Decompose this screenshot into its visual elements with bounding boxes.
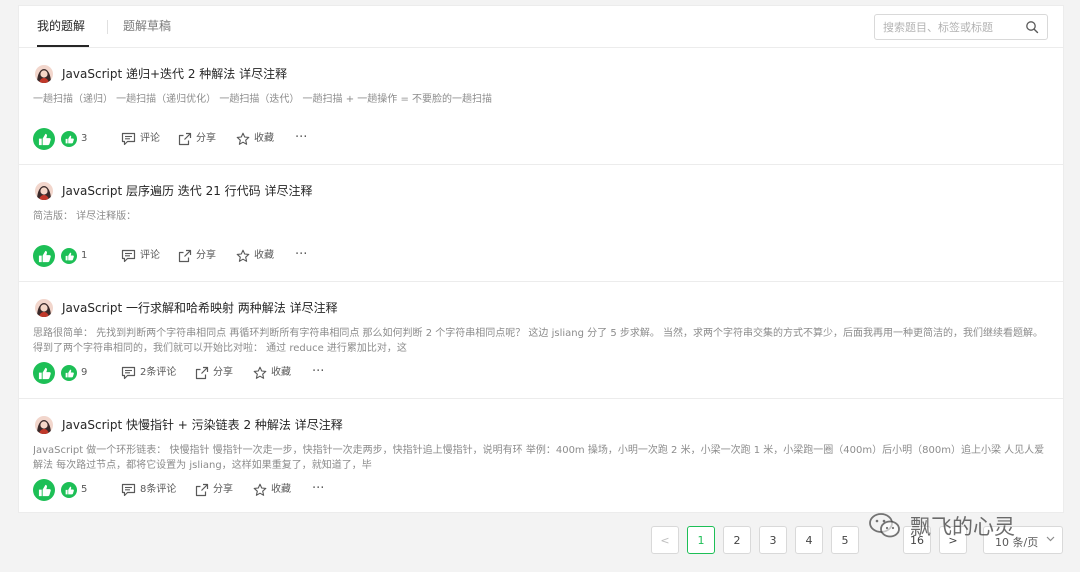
share-button[interactable]: 分享 <box>178 130 216 148</box>
favorite-button[interactable]: 收藏 <box>253 481 291 499</box>
author-avatar[interactable] <box>35 416 53 434</box>
watermark: 飘飞的心灵 <box>868 508 1048 544</box>
thumbs-up-icon <box>38 133 51 145</box>
share-button[interactable]: 分享 <box>195 481 233 499</box>
like-button[interactable] <box>33 362 55 384</box>
solution-summary: 简洁版： 详尽注释版： <box>33 211 137 222</box>
share-icon <box>195 366 209 380</box>
star-icon <box>236 249 250 262</box>
thumbs-up-icon <box>38 367 51 379</box>
more-options-button[interactable]: ··· <box>295 248 307 262</box>
comment-button[interactable]: 评论 <box>121 247 160 265</box>
page-button-3[interactable]: 3 <box>759 526 787 554</box>
like-count: 5 <box>81 484 88 495</box>
solution-summary: JavaScript 做一个环形链表： 快慢指针 慢指针一次走一步，快指针一次走… <box>33 445 1045 471</box>
prev-page-button[interactable]: < <box>651 526 679 554</box>
thumbs-up-icon <box>38 484 51 496</box>
share-label: 分享 <box>196 250 216 261</box>
tab-divider <box>107 20 108 34</box>
solution-title[interactable]: JavaScript 快慢指针 + 污染链表 2 种解法 详尽注释 <box>62 417 343 433</box>
thumbs-up-icon <box>65 252 74 260</box>
solution-title[interactable]: JavaScript 递归+迭代 2 种解法 详尽注释 <box>62 66 287 82</box>
solution-actions: 1 评论 分享 收藏 ··· <box>33 245 433 267</box>
like-count: 9 <box>81 367 88 378</box>
page-button-4[interactable]: 4 <box>795 526 823 554</box>
solution-summary: 一趟扫描（递归） 一趟扫描（递归优化） 一趟扫描（迭代） 一趟扫描 + 一趟操作… <box>33 94 493 105</box>
thumbs-up-icon <box>65 486 74 494</box>
comment-icon <box>121 249 136 263</box>
solutions-panel: 我的题解 题解草稿 JavaScript 递归+迭代 2 种解法 详尽注释 一趟… <box>18 5 1064 513</box>
share-icon <box>178 132 192 146</box>
favorite-label: 收藏 <box>254 250 274 261</box>
star-icon <box>253 483 267 496</box>
like-count-badge <box>61 131 77 147</box>
like-count-badge <box>61 482 77 498</box>
tab-drafts[interactable]: 题解草稿 <box>123 18 171 34</box>
thumbs-up-icon <box>38 250 51 262</box>
share-label: 分享 <box>213 484 233 495</box>
page-button-1[interactable]: 1 <box>687 526 715 554</box>
tab-my-solutions[interactable]: 我的题解 <box>37 18 85 34</box>
active-tab-indicator <box>37 45 89 47</box>
comment-button[interactable]: 2条评论 <box>121 364 176 382</box>
tab-bar: 我的题解 题解草稿 <box>19 6 1063 48</box>
comment-button[interactable]: 8条评论 <box>121 481 176 499</box>
solution-actions: 3 评论 分享 收藏 ··· <box>33 128 433 150</box>
comment-icon <box>121 132 136 146</box>
comment-label: 8条评论 <box>140 484 177 495</box>
favorite-button[interactable]: 收藏 <box>236 247 274 265</box>
share-icon <box>178 249 192 263</box>
comment-button[interactable]: 评论 <box>121 130 160 148</box>
solution-actions: 5 8条评论 分享 收藏 ··· <box>33 479 433 501</box>
solution-actions: 9 2条评论 分享 收藏 ··· <box>33 362 433 384</box>
more-options-button[interactable]: ··· <box>295 131 307 145</box>
like-button[interactable] <box>33 479 55 501</box>
watermark-text: 飘飞的心灵 <box>910 515 1015 539</box>
more-options-button[interactable]: ··· <box>312 365 324 379</box>
share-label: 分享 <box>196 133 216 144</box>
solution-item: JavaScript 快慢指针 + 污染链表 2 种解法 详尽注释 JavaSc… <box>19 399 1063 516</box>
author-avatar[interactable] <box>35 182 53 200</box>
solution-title[interactable]: JavaScript 层序遍历 迭代 21 行代码 详尽注释 <box>62 183 313 199</box>
wechat-icon <box>869 513 900 538</box>
author-avatar[interactable] <box>35 299 53 317</box>
comment-icon <box>121 483 136 497</box>
search-input[interactable] <box>883 19 1023 35</box>
search-box <box>874 14 1048 40</box>
comment-label: 评论 <box>140 250 160 261</box>
solution-item: JavaScript 一行求解和哈希映射 两种解法 详尽注释 思路很简单： 先找… <box>19 282 1063 399</box>
share-button[interactable]: 分享 <box>195 364 233 382</box>
page-button-2[interactable]: 2 <box>723 526 751 554</box>
favorite-button[interactable]: 收藏 <box>253 364 291 382</box>
share-label: 分享 <box>213 367 233 378</box>
thumbs-up-icon <box>65 369 74 377</box>
share-button[interactable]: 分享 <box>178 247 216 265</box>
page-button-5[interactable]: 5 <box>831 526 859 554</box>
like-count: 3 <box>81 133 88 144</box>
favorite-label: 收藏 <box>271 484 291 495</box>
like-count-badge <box>61 365 77 381</box>
like-button[interactable] <box>33 128 55 150</box>
comment-label: 评论 <box>140 133 160 144</box>
solution-title[interactable]: JavaScript 一行求解和哈希映射 两种解法 详尽注释 <box>62 300 338 316</box>
like-count: 1 <box>81 250 88 261</box>
favorite-label: 收藏 <box>271 367 291 378</box>
comment-icon <box>121 366 136 380</box>
favorite-label: 收藏 <box>254 133 274 144</box>
star-icon <box>253 366 267 379</box>
more-options-button[interactable]: ··· <box>312 482 324 496</box>
like-button[interactable] <box>33 245 55 267</box>
comment-label: 2条评论 <box>140 367 177 378</box>
solution-item: JavaScript 层序遍历 迭代 21 行代码 详尽注释 简洁版： 详尽注释… <box>19 165 1063 282</box>
share-icon <box>195 483 209 497</box>
like-count-badge <box>61 248 77 264</box>
solution-summary: 思路很简单： 先找到判断两个字符串相同点 再循环判断所有字符串相同点 那么如何判… <box>33 328 1044 354</box>
solution-item: JavaScript 递归+迭代 2 种解法 详尽注释 一趟扫描（递归） 一趟扫… <box>19 48 1063 165</box>
favorite-button[interactable]: 收藏 <box>236 130 274 148</box>
author-avatar[interactable] <box>35 65 53 83</box>
search-icon[interactable] <box>1025 20 1039 34</box>
thumbs-up-icon <box>65 135 74 143</box>
star-icon <box>236 132 250 145</box>
